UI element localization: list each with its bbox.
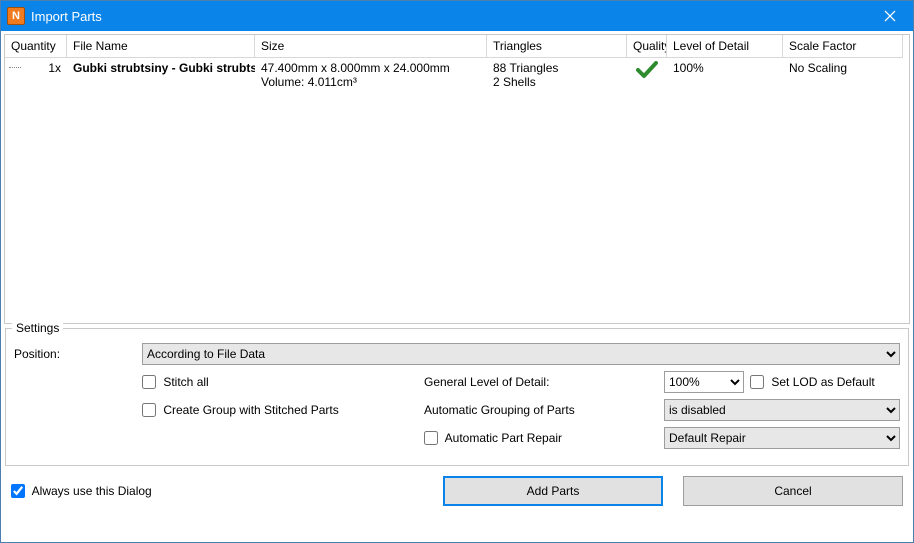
add-parts-button[interactable]: Add Parts	[443, 476, 663, 506]
col-header-lod[interactable]: Level of Detail	[667, 35, 783, 58]
table-header-row: Quantity File Name Size Triangles Qualit…	[5, 35, 909, 58]
auto-grouping-label: Automatic Grouping of Parts	[424, 403, 664, 417]
cell-lod: 100%	[667, 58, 783, 78]
window-title: Import Parts	[31, 9, 102, 24]
cancel-button[interactable]: Cancel	[683, 476, 903, 506]
col-header-quality[interactable]: Quality	[627, 35, 667, 58]
auto-repair-select[interactable]: Default Repair	[664, 427, 900, 449]
cell-filename: Gubki strubtsiny - Gubki strubtsiny	[67, 58, 255, 78]
app-icon: N	[7, 7, 25, 25]
create-group-input[interactable]	[142, 403, 156, 417]
auto-repair-label: Automatic Part Repair	[445, 431, 562, 445]
dialog-footer: Always use this Dialog Add Parts Cancel	[1, 470, 913, 512]
auto-repair-checkbox[interactable]: Automatic Part Repair	[424, 431, 562, 445]
set-lod-default-input[interactable]	[750, 375, 764, 389]
auto-repair-input[interactable]	[424, 431, 438, 445]
stitch-all-label: Stitch all	[163, 375, 208, 389]
col-header-scale[interactable]: Scale Factor	[783, 35, 903, 58]
set-lod-default-label: Set LOD as Default	[771, 375, 874, 389]
cell-size: 47.400mm x 8.000mm x 24.000mm Volume: 4.…	[255, 58, 487, 92]
settings-group: Settings Position: According to File Dat…	[5, 328, 909, 466]
auto-grouping-select[interactable]: is disabled	[664, 399, 900, 421]
settings-legend: Settings	[12, 321, 63, 335]
cell-quality	[627, 58, 667, 85]
cell-triangles: 88 Triangles 2 Shells	[487, 58, 627, 92]
table-row[interactable]: 1x Gubki strubtsiny - Gubki strubtsiny 4…	[5, 58, 909, 92]
always-use-checkbox[interactable]: Always use this Dialog	[11, 484, 152, 499]
stitch-all-input[interactable]	[142, 375, 156, 389]
position-label: Position:	[14, 347, 142, 361]
create-group-checkbox[interactable]: Create Group with Stitched Parts	[142, 403, 339, 417]
cell-quantity: 1x	[5, 58, 67, 78]
close-icon[interactable]	[867, 1, 913, 31]
set-lod-default-checkbox[interactable]: Set LOD as Default	[750, 375, 875, 390]
general-lod-select[interactable]: 100%	[664, 371, 744, 393]
parts-table: Quantity File Name Size Triangles Qualit…	[4, 34, 910, 324]
col-header-quantity[interactable]: Quantity	[5, 35, 67, 58]
cell-scale: No Scaling	[783, 58, 903, 78]
titlebar: N Import Parts	[1, 1, 913, 31]
always-use-input[interactable]	[11, 484, 25, 498]
position-select[interactable]: According to File Data	[142, 343, 900, 365]
always-use-label: Always use this Dialog	[32, 484, 152, 498]
stitch-all-checkbox[interactable]: Stitch all	[142, 375, 209, 389]
checkmark-icon	[636, 63, 658, 83]
col-header-size[interactable]: Size	[255, 35, 487, 58]
create-group-label: Create Group with Stitched Parts	[163, 403, 338, 417]
col-header-triangles[interactable]: Triangles	[487, 35, 627, 58]
col-header-filename[interactable]: File Name	[67, 35, 255, 58]
general-lod-label: General Level of Detail:	[424, 375, 664, 389]
